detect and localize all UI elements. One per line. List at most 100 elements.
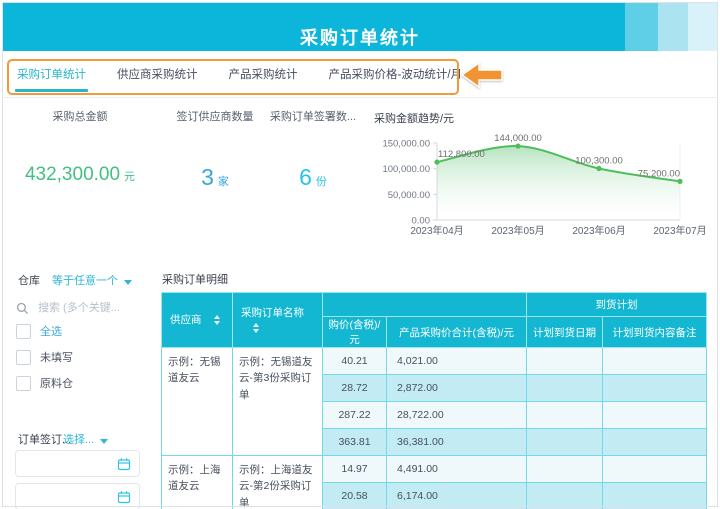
chart-content: 150,000.00 100,000.00 50,000.00 0.002023年04… — [382, 133, 706, 237]
price-cell: 14.97 — [323, 456, 387, 483]
planned-date-cell — [527, 402, 603, 429]
date-input-end[interactable] — [15, 483, 140, 509]
order-table-body: 示例：无锡道友云示例：无锡道友云-第3份采购订单40.214,021.0028.… — [162, 348, 707, 509]
col-header-price[interactable]: 购价(含税)/元 — [323, 317, 387, 348]
planned-note-cell — [603, 348, 707, 375]
table-row[interactable]: 示例：无锡道友云示例：无锡道友云-第3份采购订单40.214,021.00 — [162, 348, 707, 375]
y-tick-label: 0.00 — [412, 216, 431, 227]
x-tick-label: 2023年06月 — [572, 224, 625, 237]
tabs: 采购订单统计 供应商采购统计 产品采购统计 产品采购价格-波动统计/月 — [15, 51, 464, 97]
checkbox-icon[interactable] — [16, 324, 31, 339]
planned-note-cell — [603, 429, 707, 456]
price-cell: 287.22 — [323, 402, 387, 429]
planned-date-cell — [527, 456, 603, 483]
col-group-arrival-plan: 到货计划 — [527, 293, 707, 317]
search-input[interactable] — [36, 301, 140, 315]
kpi-order-signed-count: 采购订单签署数... 6份 — [267, 108, 359, 191]
total-price-cell: 36,381.00 — [387, 429, 527, 456]
tab-product-price-fluctuation[interactable]: 产品采购价格-波动统计/月 — [327, 52, 465, 96]
data-point-label: 100,300.00 — [575, 156, 623, 167]
checkbox-icon[interactable] — [16, 376, 31, 391]
col-header-planned-note[interactable]: 计划到货内容备注 — [603, 317, 707, 348]
purchase-order-dashboard: 采购订单统计 采购订单统计 供应商采购统计 产品采购统计 产品采购价格-波动统计… — [0, 0, 720, 509]
planned-date-cell — [527, 483, 603, 509]
kpi-value: 6份 — [267, 164, 359, 191]
col-header-supplier[interactable]: 供应商 — [162, 293, 233, 348]
tab-purchase-order-stats[interactable]: 采购订单统计 — [15, 52, 88, 96]
order-name-cell: 示例：无锡道友云-第3份采购订单 — [233, 348, 323, 456]
kpi-supplier-count: 签订供应商数量 3家 — [163, 108, 267, 191]
purchase-order-table: 供应商 采购订单名称 到货计划 购价(含税)/元 产品采购价合计(含税)/元 计… — [161, 292, 707, 509]
warehouse-filter-label: 仓库 — [18, 272, 40, 288]
data-point — [677, 179, 682, 184]
data-point — [596, 166, 601, 171]
planned-note-cell — [603, 456, 707, 483]
data-point-label: 144,000.00 — [494, 133, 542, 144]
supplier-cell: 示例：无锡道友云 — [162, 348, 233, 456]
chevron-down-icon — [124, 280, 132, 289]
price-cell: 40.21 — [323, 348, 387, 375]
chart-title: 采购金额趋势/元 — [374, 110, 710, 126]
kpi-value: 432,300.00元 — [15, 164, 145, 186]
data-point-label: 112,800.00 — [438, 149, 485, 160]
sort-icon[interactable] — [214, 312, 220, 328]
data-point — [515, 143, 520, 148]
total-price-cell: 6,174.00 — [387, 483, 527, 509]
search-icon — [16, 302, 29, 315]
checkbox-icon[interactable] — [16, 350, 31, 365]
calendar-icon — [117, 490, 131, 504]
table-title: 采购订单明细 — [162, 271, 228, 287]
kpi-total-purchase-amount: 采购总金额 432,300.00元 — [15, 108, 145, 186]
planned-date-cell — [527, 348, 603, 375]
x-tick-label: 2023年05月 — [491, 224, 544, 237]
tab-product-purchase-stats[interactable]: 产品采购统计 — [227, 52, 300, 96]
table-header: 供应商 采购订单名称 到货计划 购价(含税)/元 产品采购价合计(含税)/元 计… — [162, 293, 707, 348]
planned-note-cell — [603, 375, 707, 402]
supplier-cell: 示例：上海道友云 — [162, 456, 233, 509]
total-price-cell: 2,872.00 — [387, 375, 527, 402]
checkbox-select-all[interactable]: 全选 — [16, 323, 62, 339]
data-point-label: 75,200.00 — [638, 168, 680, 179]
checkbox-not-filled[interactable]: 未填写 — [16, 349, 73, 365]
total-price-cell: 4,021.00 — [387, 348, 527, 375]
kpi-value: 3家 — [163, 164, 267, 191]
kpi-label: 采购订单签署数... — [267, 108, 359, 124]
checkbox-raw-material-warehouse[interactable]: 原料仓 — [16, 375, 73, 391]
date-input-start[interactable] — [15, 450, 140, 477]
sort-icon[interactable] — [253, 320, 259, 336]
price-cell: 28.72 — [323, 375, 387, 402]
planned-date-cell — [527, 375, 603, 402]
data-point — [434, 159, 439, 164]
x-tick-label: 2023年04月 — [410, 224, 463, 237]
kpi-label: 签订供应商数量 — [163, 108, 267, 124]
col-group-price — [323, 293, 527, 317]
col-header-order-name[interactable]: 采购订单名称 — [233, 293, 323, 348]
calendar-icon — [117, 457, 131, 471]
price-cell: 363.81 — [323, 429, 387, 456]
total-price-cell: 28,722.00 — [387, 402, 527, 429]
y-tick-label: 150,000.00 — [382, 139, 430, 150]
tab-supplier-purchase-stats[interactable]: 供应商采购统计 — [115, 52, 200, 96]
planned-note-cell — [603, 402, 707, 429]
x-tick-label: 2023年07月 — [653, 224, 706, 237]
y-tick-label: 100,000.00 — [382, 164, 430, 175]
kpi-label: 采购总金额 — [15, 108, 145, 124]
order-name-cell: 示例：上海道友云-第2份采购订单 — [233, 456, 323, 509]
planned-date-cell — [527, 429, 603, 456]
chevron-down-icon — [100, 439, 108, 448]
planned-note-cell — [603, 483, 707, 509]
price-cell: 20.58 — [323, 483, 387, 509]
annotation-arrow-icon — [459, 60, 505, 90]
purchase-trend-chart-block: 采购金额趋势/元 150,000.00 100,000.00 50,000.00 0.… — [362, 108, 710, 248]
header-bar: 采购订单统计 — [2, 2, 718, 51]
total-price-cell: 4,491.00 — [387, 456, 527, 483]
warehouse-operator-dropdown[interactable]: 等于任意一个 — [52, 272, 132, 288]
table-row[interactable]: 示例：上海道友云示例：上海道友云-第2份采购订单14.974,491.00 — [162, 456, 707, 483]
trend-chart: 150,000.00 100,000.00 50,000.00 0.002023年04… — [362, 126, 710, 244]
tab-bar: 采购订单统计 供应商采购统计 产品采购统计 产品采购价格-波动统计/月 — [2, 51, 718, 98]
y-tick-label: 50,000.00 — [388, 190, 430, 201]
warehouse-search — [16, 297, 141, 319]
col-header-planned-date[interactable]: 计划到货日期 — [527, 317, 603, 348]
order-date-operator-dropdown[interactable]: 选择... — [63, 431, 108, 447]
col-header-total-price[interactable]: 产品采购价合计(含税)/元 — [387, 317, 527, 348]
